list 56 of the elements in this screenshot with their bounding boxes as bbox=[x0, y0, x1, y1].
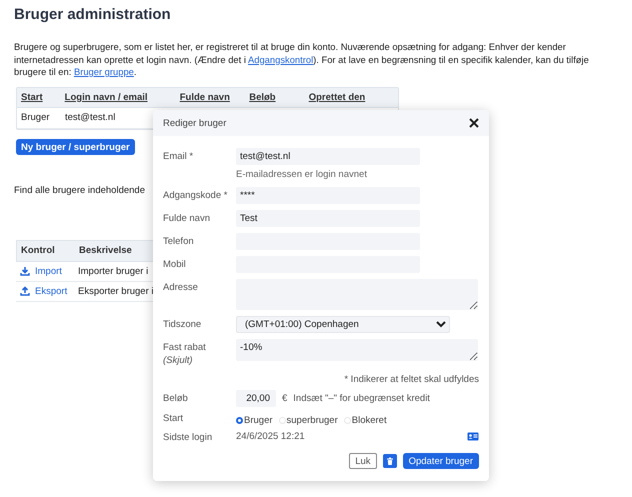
field-hint: Indsæt "–" for ubegrænset kredit bbox=[293, 393, 430, 404]
link[interactable]: Bruger gruppe bbox=[74, 66, 134, 77]
update-button[interactable]: Opdater bruger bbox=[402, 453, 479, 469]
new-user-button[interactable]: Ny bruger / superbruger bbox=[16, 138, 135, 154]
currency-label: € bbox=[282, 393, 288, 404]
radio-button[interactable] bbox=[236, 417, 243, 424]
field-label: Mobil bbox=[163, 258, 187, 270]
link[interactable]: Import bbox=[35, 266, 62, 276]
input-field[interactable]: Test bbox=[236, 210, 420, 227]
field-label: Start bbox=[163, 412, 184, 424]
table-cell-text: test@test.nl bbox=[64, 112, 116, 123]
close-button[interactable]: Luk bbox=[349, 453, 377, 469]
input-field[interactable]: test@test.nl bbox=[236, 148, 420, 165]
field-label: Email * bbox=[163, 150, 194, 162]
page-title: Bruger administration bbox=[14, 6, 172, 23]
close-icon[interactable] bbox=[469, 118, 479, 128]
field-label: Adgangskode * bbox=[163, 189, 228, 201]
column-header: Beskrivelse bbox=[78, 245, 133, 256]
download-icon bbox=[20, 266, 30, 276]
radio-option[interactable]: Bruger bbox=[236, 415, 273, 426]
field-label: Tidszone bbox=[163, 318, 202, 330]
link[interactable]: Adgangskontrol bbox=[248, 54, 314, 64]
trash-icon bbox=[386, 456, 394, 466]
intro-text: Brugere og superbrugere, som er listet her, er registreret til at bruge din konto. Nuværende opsætning for adgang: Enhver der kender internetadressen kan oprette et login navn. (Ændre det i Adgangskontrol). For at lave en begrænsning til en specifik kalender, kan du tilføje brugere til en: Bruger gruppe. bbox=[14, 41, 590, 78]
field-label: Fulde navn bbox=[163, 212, 212, 224]
delete-button[interactable] bbox=[382, 454, 397, 468]
dialog-title: Rediger bruger bbox=[163, 118, 226, 128]
input-field[interactable]: **** bbox=[236, 187, 420, 204]
column-header[interactable]: Oprettet den bbox=[304, 92, 398, 102]
required-note: * Indikerer at feltet skal udfyldes bbox=[344, 374, 479, 385]
link[interactable]: Eksport bbox=[35, 286, 68, 296]
text-area[interactable]: -10% bbox=[236, 339, 478, 361]
field-label: Sidste login bbox=[163, 431, 214, 443]
field-hint: E-mailadressen er login navnet bbox=[236, 169, 368, 180]
amount-field[interactable]: 20,00 bbox=[236, 390, 276, 407]
field-label: Beløb bbox=[163, 392, 189, 404]
field-label: Adresse bbox=[163, 281, 199, 293]
last-login-value: 24/6/2025 12:21 bbox=[236, 431, 305, 442]
field-label: Fast rabat bbox=[163, 342, 206, 353]
column-header[interactable]: Fulde navn bbox=[176, 92, 246, 102]
table-cell-text: Eksporter bruger i bbox=[77, 286, 154, 296]
column-header[interactable]: Beløb bbox=[245, 92, 305, 102]
upload-icon bbox=[20, 286, 30, 296]
column-header: Kontrol bbox=[20, 245, 56, 256]
id-card-icon[interactable] bbox=[467, 432, 479, 441]
timezone-dropdown[interactable]: (GMT+01:00) Copenhagen bbox=[236, 316, 450, 333]
text-area[interactable] bbox=[236, 279, 478, 310]
radio-option[interactable]: Blokeret bbox=[344, 415, 387, 426]
table-cell-text: Importer bruger i bbox=[77, 266, 148, 276]
field-label: Telefon bbox=[163, 235, 195, 247]
radio-option[interactable]: superbruger bbox=[278, 415, 338, 426]
field-note: (Skjult) bbox=[163, 355, 194, 366]
column-header[interactable]: Start bbox=[17, 92, 61, 102]
column-header[interactable]: Login navn / email bbox=[60, 92, 176, 102]
search-label: Find alle brugere indeholdende bbox=[14, 184, 145, 196]
table-cell-text: Bruger bbox=[20, 112, 51, 123]
